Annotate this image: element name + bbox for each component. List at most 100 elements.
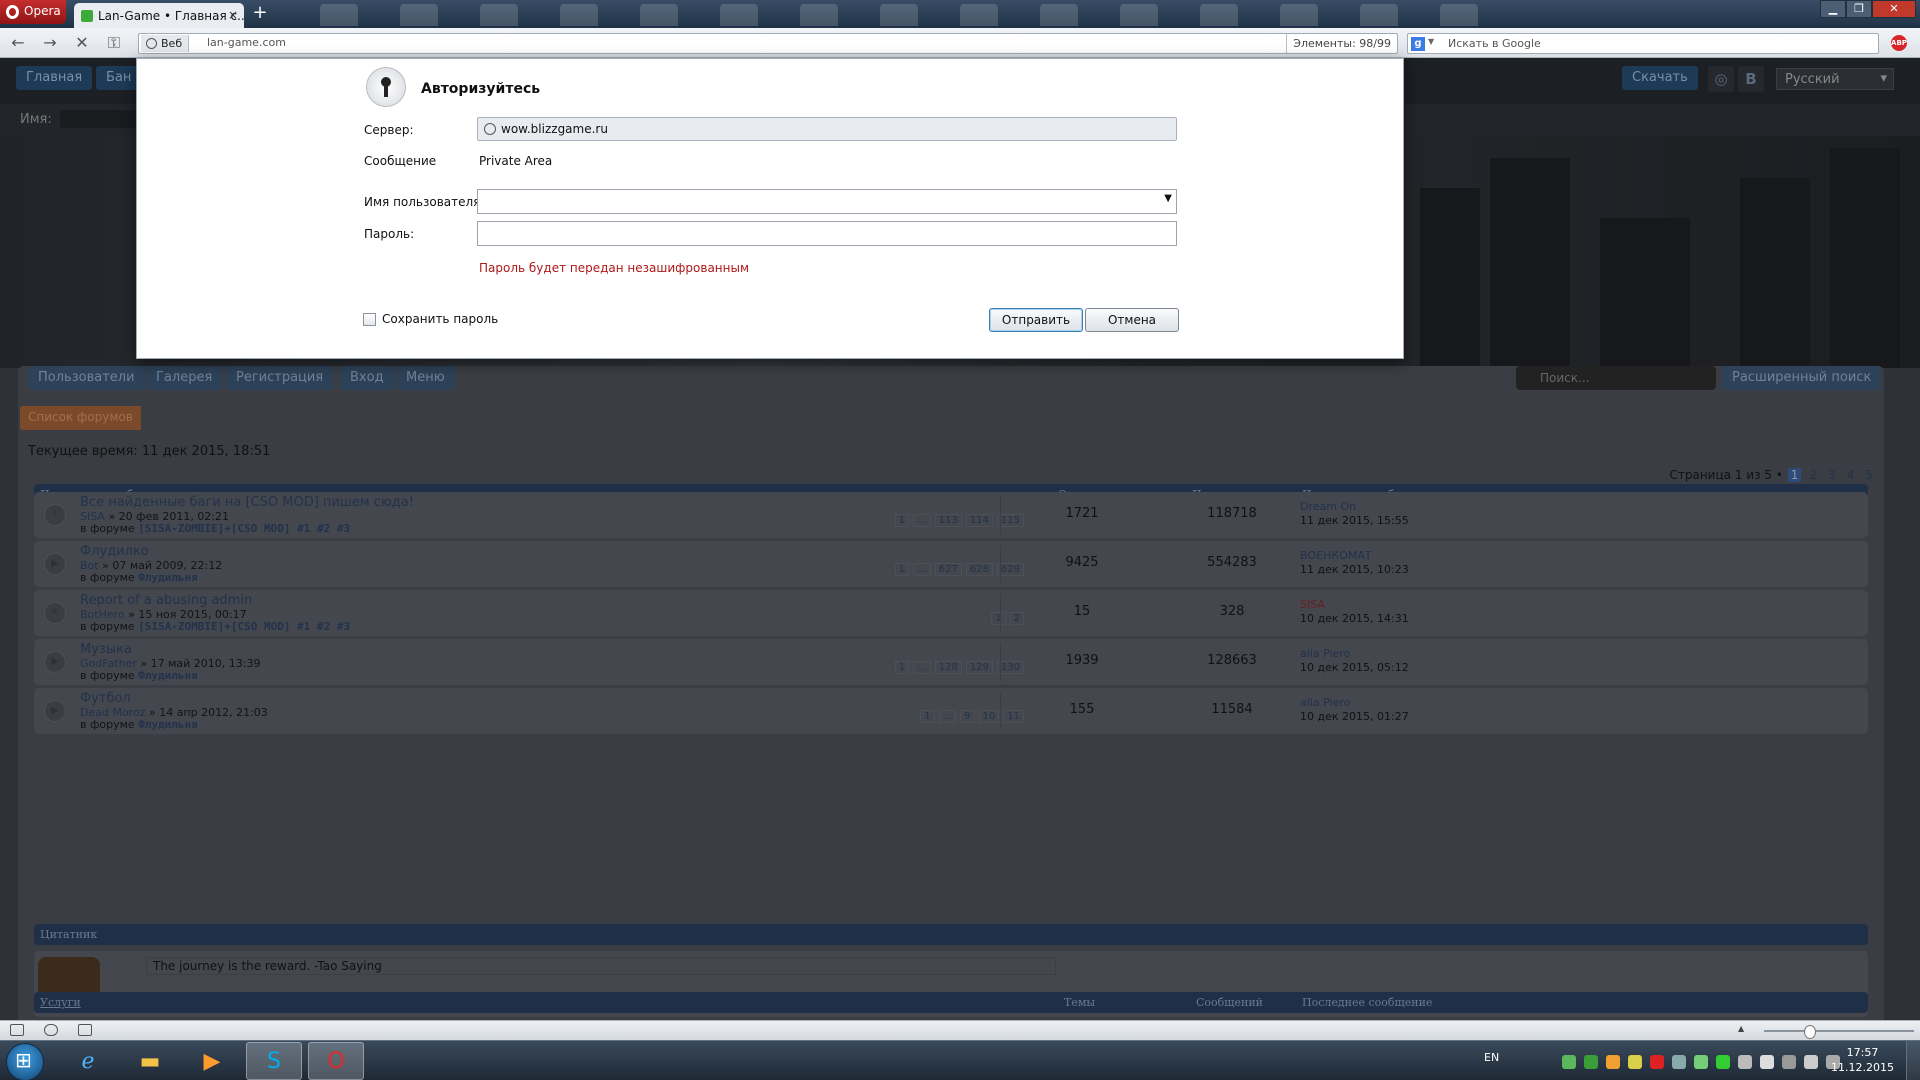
steam-icon[interactable]: ◎ <box>1708 66 1734 92</box>
page-link[interactable]: 4 <box>1844 468 1858 482</box>
tray-icon[interactable] <box>1672 1055 1686 1069</box>
address-bar[interactable]: Веб lan-game.com Элементы: 98/99 <box>138 33 1398 54</box>
new-tab-button[interactable]: + <box>250 4 270 23</box>
stop-icon[interactable]: ✕ <box>72 33 92 53</box>
background-tab[interactable] <box>960 4 998 26</box>
background-tab[interactable] <box>1360 4 1398 26</box>
topic-page-link[interactable]: 128 <box>934 661 962 674</box>
explorer-folder-icon[interactable]: ▬ <box>122 1042 178 1080</box>
maximize-button[interactable]: ❐ <box>1846 0 1872 18</box>
zoom-up-icon[interactable]: ▲ <box>1738 1024 1752 1036</box>
services-title[interactable]: Услуги <box>40 996 81 1009</box>
topic-page-link[interactable]: 9 <box>960 710 975 723</box>
background-tab[interactable] <box>560 4 598 26</box>
search-engine-dropdown-icon[interactable]: ▼ <box>1428 37 1434 46</box>
search-box[interactable]: g ▼ Искать в Google <box>1407 33 1879 54</box>
topic-title[interactable]: Флудилко <box>80 544 149 559</box>
page-link[interactable]: 2 <box>1806 468 1820 482</box>
background-tab[interactable] <box>1440 4 1478 26</box>
name-input[interactable] <box>60 110 140 128</box>
tab-lan-game[interactable]: Lan-Game • Главная с... × <box>74 3 244 28</box>
tray-icon[interactable] <box>1694 1055 1708 1069</box>
forum-link[interactable]: Флудильня <box>138 571 198 584</box>
vk-icon[interactable]: В <box>1738 66 1764 92</box>
tab-register[interactable]: Регистрация <box>226 366 334 390</box>
language-select[interactable]: Русский <box>1776 68 1894 90</box>
topic-page-link[interactable]: 1 <box>894 514 910 527</box>
topic-page-link[interactable]: 11 <box>1003 710 1024 723</box>
topic-page-link[interactable]: 2 <box>1009 612 1024 625</box>
topic-page-link[interactable]: 114 <box>965 514 993 527</box>
save-password-label[interactable]: Сохранить пароль <box>382 312 498 326</box>
advanced-search-button[interactable]: Расширенный поиск <box>1722 366 1882 390</box>
search-placeholder[interactable]: Искать в Google <box>1448 37 1541 50</box>
show-desktop-button[interactable] <box>1906 1041 1920 1080</box>
turbo-icon[interactable] <box>78 1024 92 1036</box>
password-input[interactable] <box>477 221 1177 246</box>
forum-link[interactable]: Флудильня <box>138 718 198 731</box>
last-post-user[interactable]: ВОЕНКОМАТ <box>1300 549 1372 562</box>
topic-title[interactable]: Футбол <box>80 691 131 706</box>
tray-icon[interactable] <box>1628 1055 1642 1069</box>
clock[interactable]: 17:57 11.12.2015 <box>1831 1045 1894 1075</box>
tab-close-icon[interactable]: × <box>228 8 238 22</box>
cancel-button[interactable]: Отмена <box>1085 308 1179 332</box>
last-post-user[interactable]: Dream On <box>1300 500 1356 513</box>
topic-page-link[interactable]: 1 <box>991 612 1006 625</box>
topic-page-link[interactable]: 10 <box>978 710 1000 723</box>
topic-page-link[interactable]: 627 <box>934 563 962 576</box>
topic-page-link[interactable]: 129 <box>965 661 993 674</box>
topic-page-link[interactable]: 1 <box>920 710 935 723</box>
flag-icon[interactable] <box>1760 1055 1774 1069</box>
tray-icon[interactable] <box>1716 1055 1730 1069</box>
save-password-checkbox[interactable] <box>363 313 376 326</box>
cloud-icon[interactable] <box>44 1024 58 1036</box>
background-tab[interactable] <box>400 4 438 26</box>
background-tab[interactable] <box>1200 4 1238 26</box>
panel-toggle-icon[interactable] <box>10 1024 24 1036</box>
opera-menu-button[interactable]: Opera <box>0 0 66 24</box>
topic-page-link[interactable]: 113 <box>934 514 962 527</box>
page-link[interactable]: 3 <box>1825 468 1839 482</box>
page-link[interactable]: 1 <box>1787 468 1802 482</box>
topic-page-link[interactable]: 1 <box>894 661 910 674</box>
back-button[interactable]: ← <box>8 33 28 53</box>
google-icon[interactable]: g <box>1411 37 1425 51</box>
forum-link[interactable]: [SISA-ZOMBIE]+[CSO MOD] #1 #2 #3 <box>138 620 350 633</box>
url-text[interactable]: lan-game.com <box>207 36 286 49</box>
submit-button[interactable]: Отправить <box>989 308 1083 332</box>
topic-title[interactable]: Музыка <box>80 642 132 657</box>
topic-page-link[interactable]: 1 <box>894 563 910 576</box>
background-tab[interactable] <box>1120 4 1158 26</box>
tray-icon[interactable] <box>1650 1055 1664 1069</box>
tray-icon[interactable] <box>1738 1055 1752 1069</box>
tray-icon[interactable] <box>1562 1055 1576 1069</box>
last-post-user[interactable]: SISA <box>1300 598 1325 611</box>
topic-title[interactable]: Report of a abusing admin <box>80 593 252 608</box>
breadcrumb[interactable]: Список форумов <box>20 406 141 430</box>
background-tab[interactable] <box>640 4 678 26</box>
background-tab[interactable] <box>1280 4 1318 26</box>
minimize-button[interactable]: ▁ <box>1820 0 1846 18</box>
key-icon[interactable]: ⚿ <box>104 33 124 53</box>
tab-menu[interactable]: Меню <box>396 366 455 390</box>
adblock-icon[interactable]: ABP <box>1891 35 1907 51</box>
tab-users[interactable]: Пользователи <box>28 366 145 390</box>
forum-link[interactable]: [SISA-ZOMBIE]+[CSO MOD] #1 #2 #3 <box>138 522 350 535</box>
background-tab[interactable] <box>320 4 358 26</box>
tray-icon[interactable] <box>1584 1055 1598 1069</box>
zoom-slider[interactable] <box>1764 1025 1914 1039</box>
page-link[interactable]: 5 <box>1862 468 1876 482</box>
background-tab[interactable] <box>720 4 758 26</box>
tab-gallery[interactable]: Галерея <box>146 366 223 390</box>
internet-explorer-icon[interactable]: ℯ <box>60 1042 116 1080</box>
language-indicator[interactable]: EN <box>1484 1051 1499 1064</box>
close-window-button[interactable]: ✕ <box>1872 0 1916 18</box>
tray-icon[interactable] <box>1606 1055 1620 1069</box>
forum-link[interactable]: Флудильня <box>138 669 198 682</box>
download-button[interactable]: Скачать <box>1622 66 1698 90</box>
skype-icon[interactable]: S <box>246 1042 302 1080</box>
address-mode-badge[interactable]: Веб <box>141 35 190 52</box>
background-tab[interactable] <box>800 4 838 26</box>
forward-button[interactable]: → <box>40 33 60 53</box>
